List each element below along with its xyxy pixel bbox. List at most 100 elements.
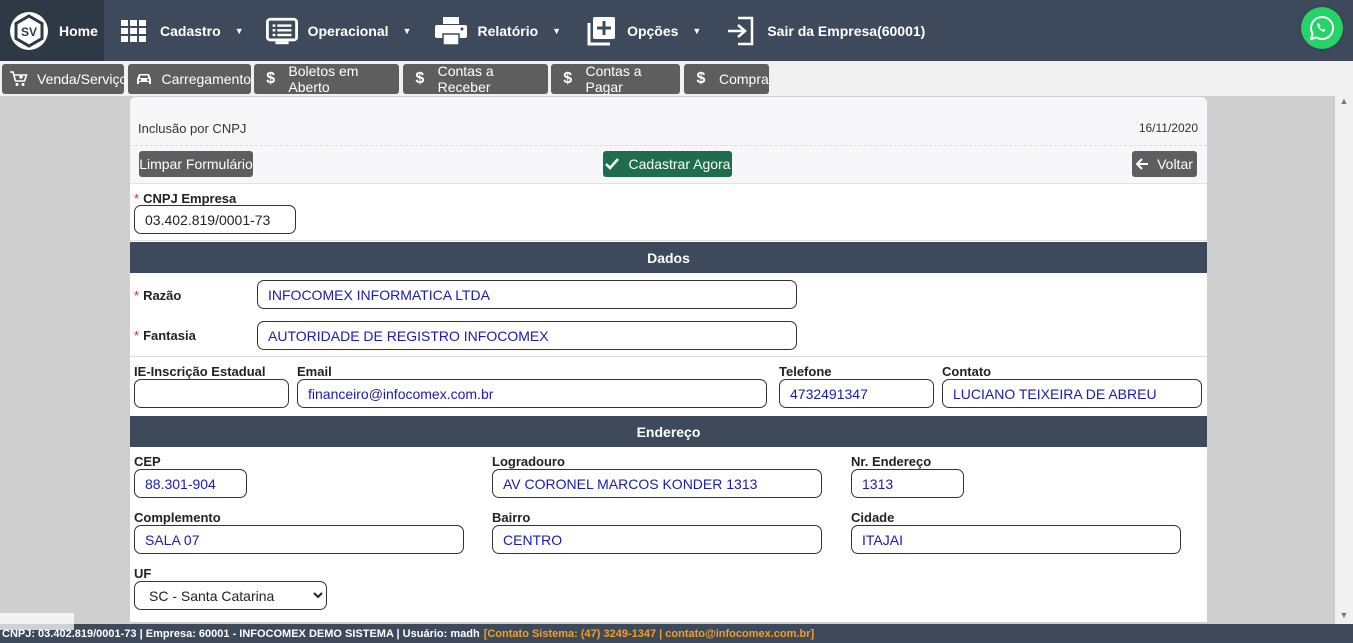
check-icon [604,158,619,170]
nav-sair-empresa[interactable]: Sair da Empresa(60001) [725,0,925,61]
footer-contact: [Contato Sistema: (47) 3249-1347 | conta… [483,627,815,640]
shortcut-label: Compra [719,71,769,87]
razao-label: * Razão [134,288,181,303]
section-header-endereco: Endereço [130,416,1207,447]
shortcut-bar: Venda/Serviço Carregamento $ Boletos em … [0,61,1353,96]
nav-operacional-label: Operacional [307,22,389,39]
bairro-label: Bairro [492,510,531,525]
top-navbar: SV Home Cadastro ▼ Operacional ▼ Relatór… [0,0,1353,61]
shortcut-venda-servico[interactable]: Venda/Serviço [2,64,128,94]
clear-form-button[interactable]: Limpar Formulário [139,151,253,177]
contato-label: Contato [942,364,992,379]
nav-home-label: Home [59,22,98,39]
uf-select[interactable]: SC - Santa Catarina [134,581,327,610]
divider [130,356,1207,357]
email-input[interactable] [297,379,767,408]
car-icon [136,72,153,86]
shortcut-contas-pagar[interactable]: $ Contas a Pagar [551,63,680,95]
dollar-icon: $ [696,70,706,87]
logo-icon: SV [10,11,48,50]
shortcut-carregamento[interactable]: Carregamento [128,64,251,94]
submit-button[interactable]: Cadastrar Agora [603,151,732,177]
overlay-tab [0,613,74,630]
whatsapp-icon [1309,15,1334,41]
required-asterisk: * [134,328,140,343]
uf-label: UF [134,566,152,581]
chevron-down-icon: ▼ [234,25,244,36]
logo-text: SV [21,25,37,39]
cep-label: CEP [134,454,161,469]
panel-header: Inclusão por CNPJ 16/11/2020 Limpar Form… [130,97,1207,184]
scroll-up-icon[interactable]: ▲ [1335,96,1353,110]
back-button[interactable]: Voltar [1132,151,1197,177]
shortcut-label: Carregamento [161,71,252,87]
main-panel: Inclusão por CNPJ 16/11/2020 Limpar Form… [130,97,1207,622]
nr-endereco-input[interactable] [851,469,964,498]
shortcut-compra[interactable]: $ Compra [684,64,769,94]
complemento-input[interactable] [134,525,464,554]
razao-label-text: Razão [143,288,182,303]
nav-cadastro[interactable]: Cadastro ▼ [118,0,244,61]
dollar-icon: $ [563,70,573,87]
dollar-icon: $ [415,70,425,87]
required-asterisk: * [134,191,140,206]
divider [130,145,1207,146]
chevron-down-icon: ▼ [402,25,412,36]
shortcut-label: Contas a Receber [437,63,494,95]
scroll-down-icon[interactable]: ▼ [1335,610,1353,624]
page-scrollbar[interactable]: ▲ ▼ [1335,96,1353,624]
current-date: 16/11/2020 [1138,121,1198,135]
nav-sair-empresa-label: Sair da Empresa(60001) [767,22,926,39]
dollar-icon: $ [266,70,276,87]
ie-label: IE-Inscrição Estadual [134,364,266,379]
nav-relatorio[interactable]: Relatório ▼ [435,0,561,61]
chevron-down-icon: ▼ [692,25,702,36]
plus-square-icon [585,15,617,47]
cnpj-label: * CNPJ Empresa [134,191,236,206]
list-icon [265,15,298,47]
fantasia-label-text: Fantasia [143,328,196,343]
fantasia-label: * Fantasia [134,328,196,343]
nr-endereco-label: Nr. Endereço [851,454,932,469]
exit-icon [725,15,757,47]
contato-input[interactable] [942,379,1202,408]
shortcut-contas-receber[interactable]: $ Contas a Receber [403,63,548,95]
required-asterisk: * [134,288,140,303]
telefone-label: Telefone [779,364,832,379]
shortcut-label: Venda/Serviço [37,71,128,87]
shortcut-label: Contas a Pagar [585,63,642,95]
logradouro-label: Logradouro [492,454,565,469]
bairro-input[interactable] [492,525,822,554]
arrow-left-icon [1136,158,1149,170]
status-footer: CNPJ: 03.402.819/0001-73 | Empresa: 6000… [0,624,1353,643]
nav-relatorio-label: Relatório [477,22,539,39]
submit-button-label: Cadastrar Agora [628,156,731,172]
printer-icon [435,15,468,47]
cidade-input[interactable] [851,525,1181,554]
nav-opcoes[interactable]: Opções ▼ [585,0,701,61]
grid-icon [118,15,150,47]
cnpj-label-text: CNPJ Empresa [143,191,237,206]
whatsapp-button[interactable] [1301,7,1343,49]
nav-cadastro-label: Cadastro [160,22,221,39]
shortcut-boletos-aberto[interactable]: $ Boletos em Aberto [254,63,399,95]
telefone-input[interactable] [779,379,934,408]
razao-input[interactable] [257,280,797,309]
complemento-label: Complemento [134,510,221,525]
fantasia-input[interactable] [257,321,797,350]
back-button-label: Voltar [1157,156,1193,172]
cep-input[interactable] [134,469,247,498]
cnpj-input[interactable] [134,205,296,234]
divider [130,240,1207,241]
nav-operacional[interactable]: Operacional ▼ [265,0,412,61]
cidade-label: Cidade [851,510,895,525]
ie-input[interactable] [134,379,289,408]
cart-icon [10,71,28,87]
nav-home[interactable]: SV Home [0,0,104,61]
email-label: Email [297,364,332,379]
section-header-dados: Dados [130,242,1207,273]
nav-opcoes-label: Opções [627,22,679,39]
logradouro-input[interactable] [492,469,822,498]
chevron-down-icon: ▼ [552,25,562,36]
page-title: Inclusão por CNPJ [138,121,247,136]
